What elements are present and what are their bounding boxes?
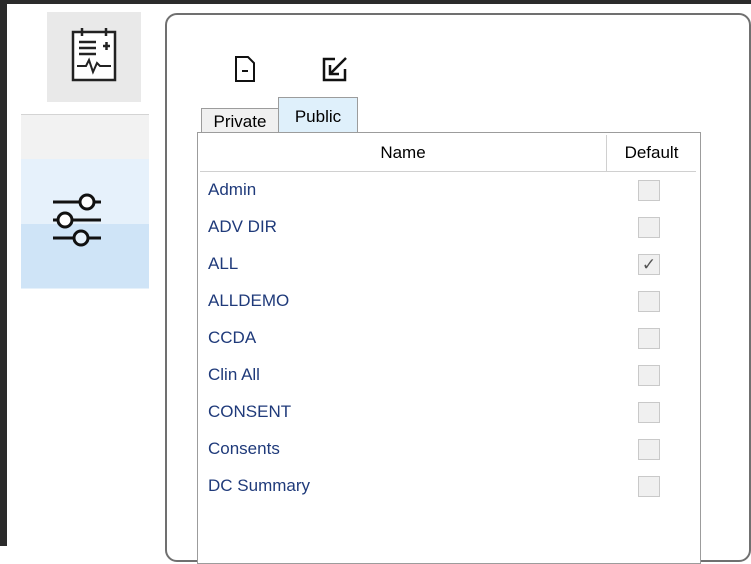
default-checkbox[interactable]: [638, 365, 660, 386]
row-name: CCDA: [208, 328, 257, 347]
patient-chart-icon: [68, 26, 120, 89]
table-row[interactable]: Clin All: [200, 358, 696, 395]
default-checkbox[interactable]: [638, 328, 660, 349]
tab-private-label: Private: [213, 112, 267, 131]
row-name: ALLDEMO: [208, 291, 290, 310]
default-checkbox[interactable]: [638, 439, 660, 460]
table-row[interactable]: CONSENT: [200, 395, 696, 432]
table-row[interactable]: DC Summary: [200, 469, 696, 506]
window-frame-left: [0, 0, 7, 546]
tab-public[interactable]: Public: [278, 97, 358, 133]
sidebar-item-patient-chart[interactable]: [47, 12, 141, 102]
table-row[interactable]: ALL ✓: [200, 247, 696, 284]
column-header-default[interactable]: Default: [607, 135, 696, 172]
tab-public-label: Public: [294, 106, 342, 126]
sliders-icon: [51, 192, 103, 248]
column-header-name[interactable]: Name: [200, 135, 607, 172]
table-row[interactable]: ALLDEMO: [200, 284, 696, 321]
table-row[interactable]: Admin: [200, 173, 696, 210]
table-row[interactable]: Consents: [200, 432, 696, 469]
row-name: Admin: [208, 180, 257, 199]
row-name: DC Summary: [208, 476, 311, 495]
table-row[interactable]: CCDA: [200, 321, 696, 358]
default-checkbox[interactable]: [638, 476, 660, 497]
row-name: Clin All: [208, 365, 260, 384]
default-checkbox[interactable]: [638, 291, 660, 312]
default-checkbox[interactable]: [638, 180, 660, 201]
row-name: ADV DIR: [208, 217, 277, 236]
default-checkbox[interactable]: [638, 402, 660, 423]
checkmark-icon: ✓: [641, 255, 657, 274]
default-checkbox[interactable]: [638, 217, 660, 238]
table-row[interactable]: ADV DIR: [200, 210, 696, 247]
main-panel: Private Public Name Default Admin ADV DI…: [165, 13, 751, 564]
default-checkbox[interactable]: ✓: [638, 254, 660, 275]
document-minus-icon[interactable]: [233, 55, 257, 83]
edit-export-icon[interactable]: [321, 55, 349, 83]
row-name: ALL: [208, 254, 239, 273]
table-header: Name Default: [200, 135, 696, 172]
tab-private[interactable]: Private: [201, 108, 279, 135]
sidebar: [7, 4, 149, 546]
row-name: CONSENT: [208, 402, 292, 421]
row-name: Consents: [208, 439, 280, 458]
profiles-table: Name Default Admin ADV DIR ALL ✓ ALLDEMO…: [197, 132, 701, 564]
